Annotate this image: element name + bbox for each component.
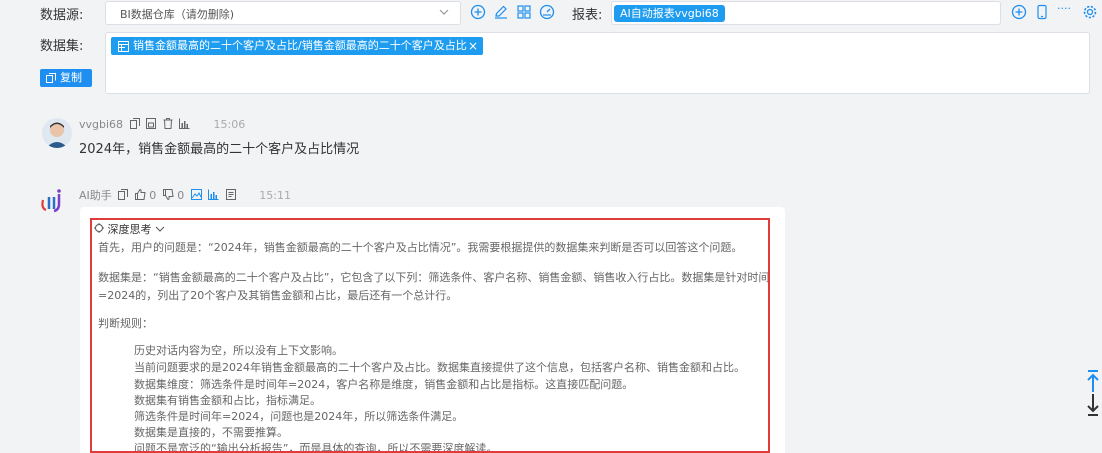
report-tag[interactable]: AI自动报表vvgbi68 <box>614 5 725 22</box>
dataset-tag-label: 销售金额最高的二十个客户及占比/销售金额最高的二十个客户及占比 <box>133 39 467 52</box>
thinking-line: 数据集维度：筛选条件是时间年=2024，客户名称是维度，销售金额和占比是指标。这… <box>134 378 634 391</box>
dislike-count: 0 <box>177 189 185 202</box>
deep-thinking-title: 深度思考 <box>107 223 152 236</box>
thinking-line: 历史对话内容为空，所以没有上下文影响。 <box>134 344 343 357</box>
scroll-to-bottom-button[interactable] <box>1084 392 1102 422</box>
thinking-line: 问题不是宽泛的“输出分析报告”，而是具体的查询，所以不需要深度解读。 <box>134 442 498 453</box>
datasource-label: 数据源: <box>40 8 84 23</box>
save-icon[interactable] <box>146 118 157 132</box>
chart-icon[interactable] <box>208 189 219 203</box>
user-message: 2024年，销售金额最高的二十个客户及占比情况 <box>79 142 360 157</box>
copy-icon[interactable] <box>129 118 140 132</box>
user-name: vvgbi68 <box>79 118 124 131</box>
user-meta: vvgbi68 15:06 <box>79 118 245 132</box>
dataset-field[interactable]: 销售金额最高的二十个客户及占比/销售金额最高的二十个客户及占比 × <box>105 32 1090 94</box>
user-time: 15:06 <box>213 118 246 131</box>
like-count: 0 <box>149 189 157 202</box>
grid-icon[interactable] <box>516 4 532 20</box>
thumbs-up-icon[interactable] <box>134 188 146 203</box>
report-label: 报表: <box>572 8 603 23</box>
datasource-value: BI数据仓库（请勿删除) <box>120 8 235 21</box>
edit-icon[interactable] <box>493 4 509 20</box>
assistant-time: 15:11 <box>259 189 291 202</box>
thinking-line: =2024的，列出了20个客户及其销售金额和占比，最后还有一个总计行。 <box>98 289 458 302</box>
dashboard-icon[interactable] <box>539 4 555 20</box>
thinking-line: 数据集有销售金额和占比，指标满足。 <box>134 394 321 407</box>
user-avatar <box>42 118 72 148</box>
more-icon[interactable]: ···· <box>1057 2 1077 18</box>
thumbs-down-icon[interactable] <box>162 189 174 203</box>
thinking-line: 判断规则： <box>98 317 153 330</box>
delete-icon[interactable] <box>163 118 173 132</box>
dataset-tag[interactable]: 销售金额最高的二十个客户及占比/销售金额最高的二十个客户及占比 × <box>111 37 483 55</box>
dataset-label: 数据集: <box>40 39 84 54</box>
assistant-meta: AI助手 0 0 15:11 <box>79 187 291 203</box>
chart-icon[interactable] <box>179 118 190 132</box>
assistant-name: AI助手 <box>79 189 112 202</box>
deep-thinking-toggle[interactable]: 深度思考 <box>94 221 165 237</box>
report-field[interactable]: AI自动报表vvgbi68 <box>611 1 1001 25</box>
copy-button[interactable]: 复制 <box>40 69 92 87</box>
add-report-icon[interactable] <box>1011 4 1027 20</box>
deep-thinking-panel: 深度思考 首先，用户的问题是：“2024年，销售金额最高的二十个客户及占比情况”… <box>90 218 770 453</box>
close-icon[interactable]: × <box>468 37 478 55</box>
chevron-down-icon <box>438 6 450 21</box>
table-icon <box>118 40 129 55</box>
settings-icon[interactable] <box>1082 4 1098 20</box>
mobile-icon[interactable] <box>1034 4 1050 20</box>
thinking-line: 数据集是：“销售金额最高的二十个客户及占比”，它包含了以下列：筛选条件、客户名称… <box>98 271 770 284</box>
thinking-icon <box>94 223 108 236</box>
copy-icon <box>46 73 56 83</box>
chevron-down-icon <box>155 223 165 236</box>
assistant-avatar <box>38 186 68 216</box>
thinking-line: 筛选条件是时间年=2024，问题也是2024年，所以筛选条件满足。 <box>134 410 464 423</box>
thinking-line: 当前问题要求的是2024年销售金额最高的二十个客户及占比。数据集直接提供了这个信… <box>134 361 745 374</box>
document-icon[interactable] <box>225 189 236 203</box>
thinking-line: 数据集是直接的，不需要推算。 <box>134 426 288 439</box>
copy-icon[interactable] <box>118 189 129 203</box>
thinking-line: 首先，用户的问题是：“2024年，销售金额最高的二十个客户及占比情况”。我需要根… <box>98 241 743 254</box>
datasource-select[interactable]: BI数据仓库（请勿删除) <box>105 1 461 25</box>
copy-button-label: 复制 <box>60 71 82 84</box>
image-icon[interactable] <box>190 189 202 203</box>
add-datasource-icon[interactable] <box>470 4 486 20</box>
